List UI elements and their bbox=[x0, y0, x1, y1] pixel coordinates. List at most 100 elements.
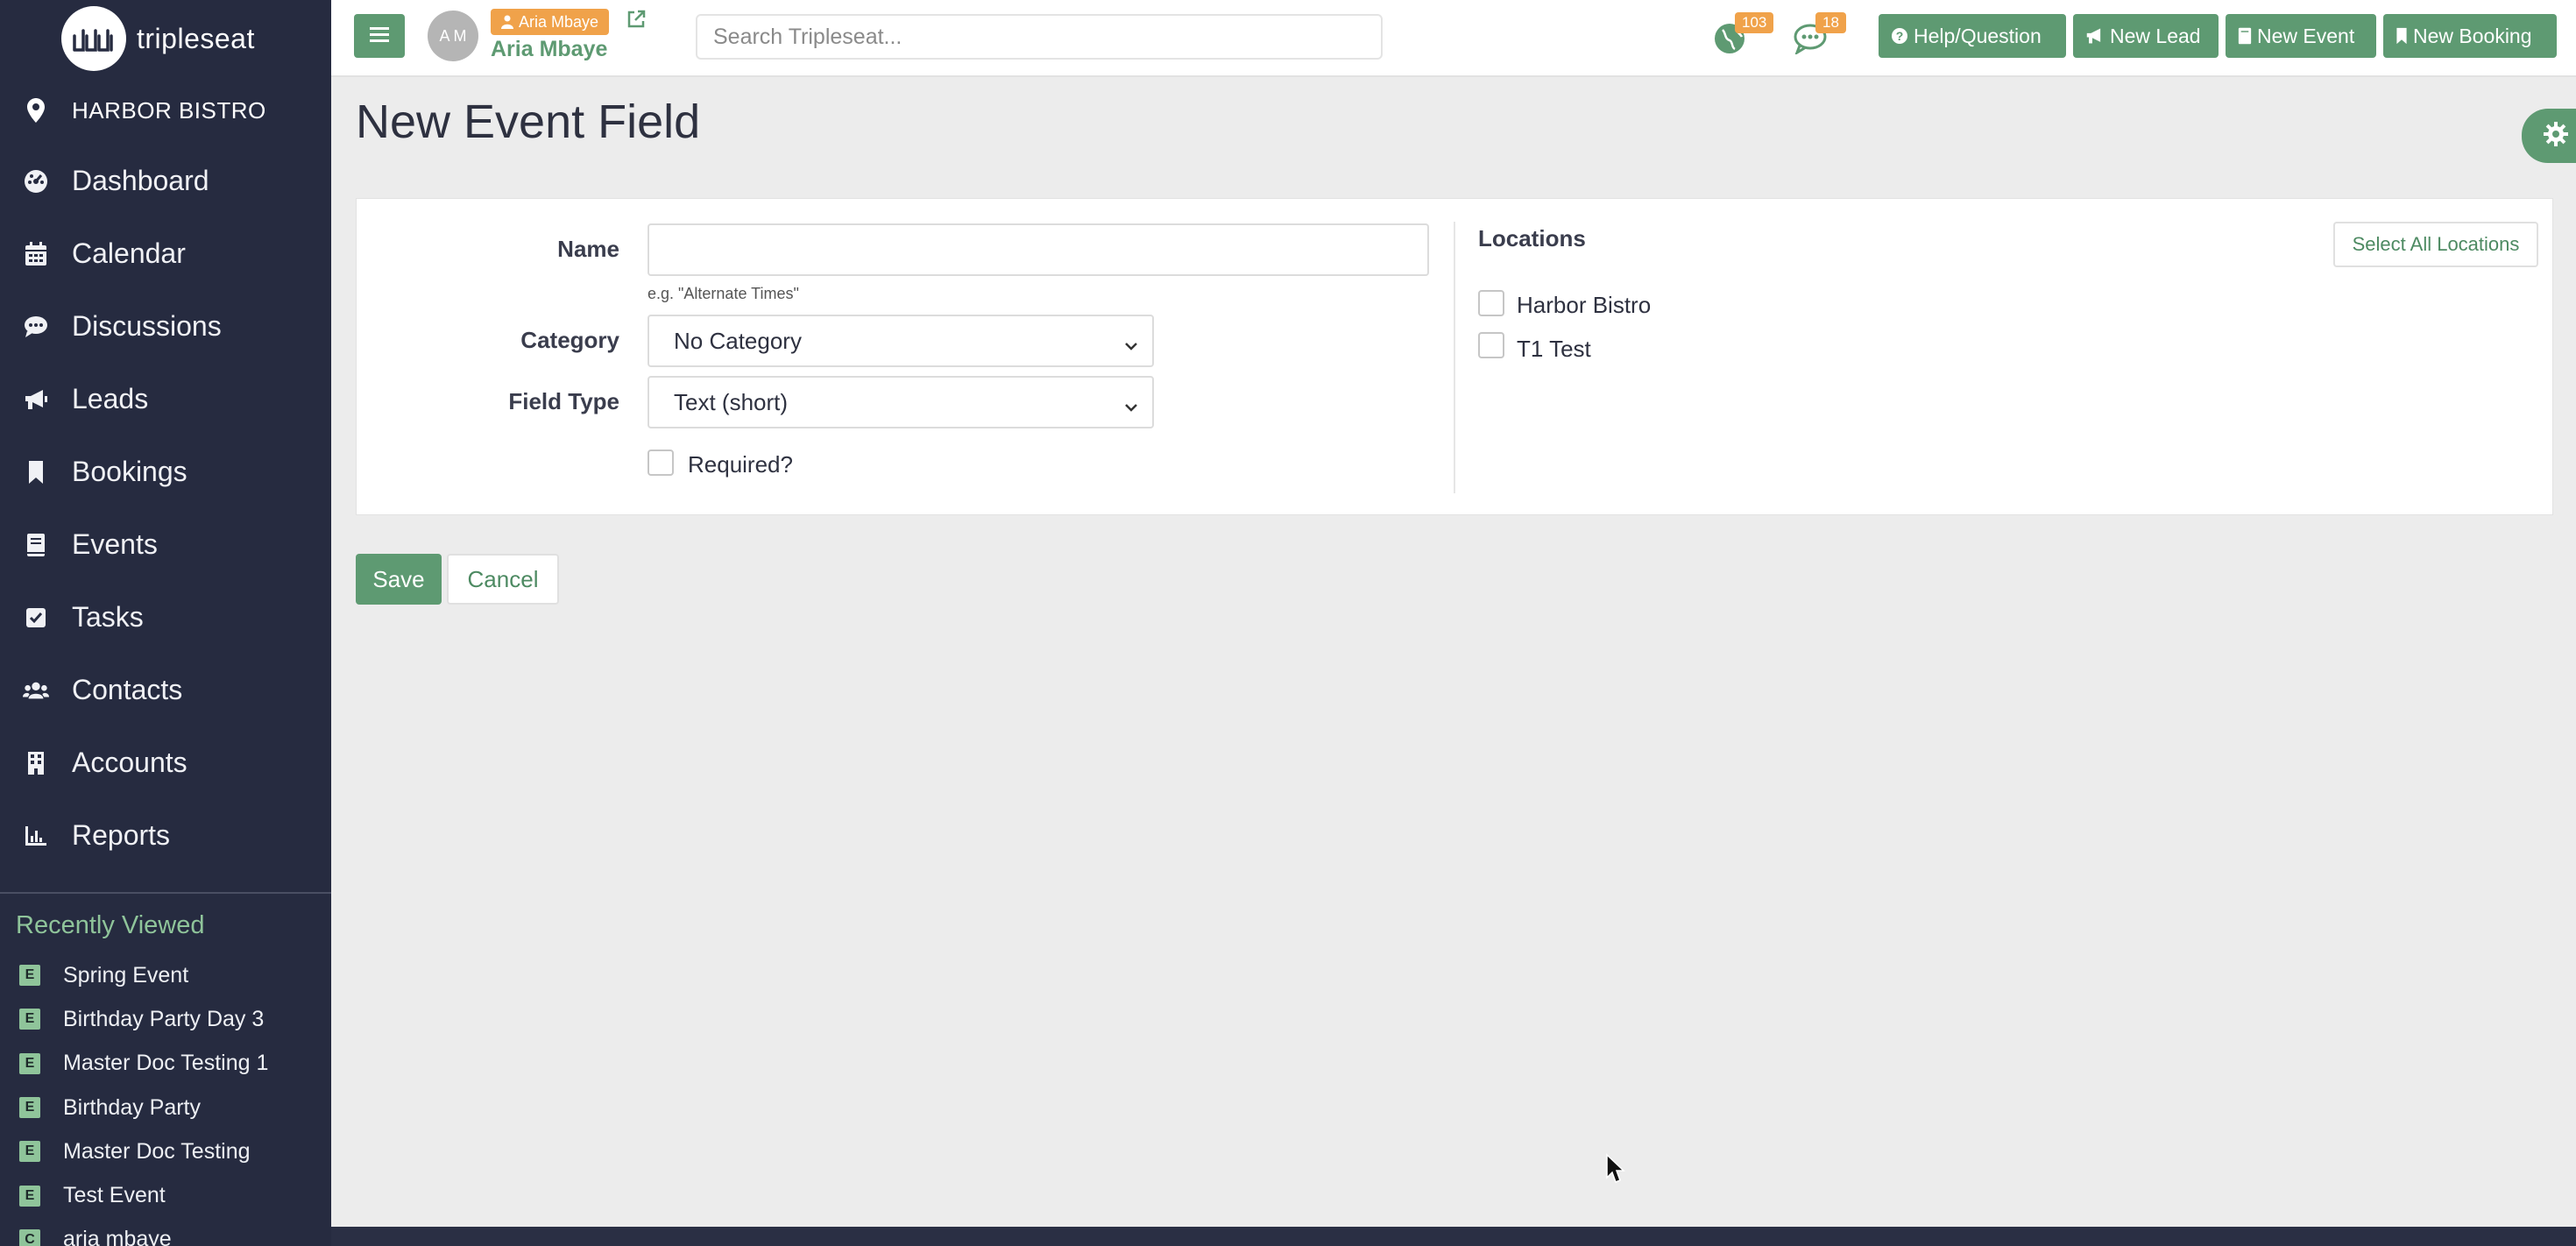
recently-viewed-title: Recently Viewed bbox=[16, 911, 205, 939]
help-question-button[interactable]: ? Help/Question bbox=[1879, 14, 2066, 58]
sidebar-item-bookings[interactable]: Bookings bbox=[0, 435, 331, 508]
sidebar-item-label: Reports bbox=[72, 819, 171, 851]
sidebar-item-reports[interactable]: Reports bbox=[0, 799, 331, 872]
user-tag-badge[interactable]: Aria Mbaye bbox=[491, 9, 610, 35]
field-type-select-value: Text (short) bbox=[674, 388, 789, 415]
field-type-select[interactable]: Text (short) bbox=[648, 376, 1154, 428]
sidebar-item-label: Bookings bbox=[72, 456, 188, 487]
location-checkbox-t1-test[interactable] bbox=[1478, 332, 1504, 358]
chevron-down-icon bbox=[1122, 334, 1140, 351]
recent-item-label: Birthday Party bbox=[63, 1094, 202, 1120]
category-select-value: No Category bbox=[674, 327, 802, 354]
brand[interactable]: tripleseat bbox=[61, 5, 255, 72]
chevron-down-icon bbox=[1122, 395, 1140, 413]
sidebar-divider bbox=[0, 892, 331, 894]
globe-icon bbox=[1712, 24, 1751, 58]
book-icon bbox=[23, 532, 49, 558]
gear-icon bbox=[2543, 121, 2569, 152]
user-icon bbox=[501, 15, 513, 29]
recent-item-badge: E bbox=[19, 1185, 40, 1207]
map-pin-icon bbox=[25, 98, 47, 123]
bottom-strip bbox=[331, 1227, 2576, 1246]
help-question-label: Help/Question bbox=[1914, 24, 2042, 47]
chat-notification-count: 18 bbox=[1815, 12, 1846, 33]
recent-item-label: Birthday Party Day 3 bbox=[63, 1006, 265, 1031]
sidebar-item-label: Leads bbox=[72, 383, 149, 414]
recent-item[interactable]: E Spring Event bbox=[0, 953, 331, 997]
chat-bubble-icon bbox=[1793, 24, 1831, 58]
user-name-link[interactable]: Aria Mbaye bbox=[491, 37, 607, 62]
globe-notification-count: 103 bbox=[1735, 12, 1774, 33]
sidebar-item-label: Dashboard bbox=[72, 165, 209, 196]
sidebar-item-contacts[interactable]: Contacts bbox=[0, 654, 331, 726]
chat-icon bbox=[23, 314, 49, 340]
sidebar-item-leads[interactable]: Leads bbox=[0, 363, 331, 435]
sidebar-item-label: Events bbox=[72, 528, 158, 560]
sidebar-item-label: Tasks bbox=[72, 601, 144, 633]
settings-tab[interactable] bbox=[2522, 109, 2576, 163]
users-icon bbox=[23, 677, 49, 704]
sidebar-item-label: Contacts bbox=[72, 674, 183, 705]
name-label: Name bbox=[557, 236, 619, 262]
new-booking-button[interactable]: New Booking bbox=[2383, 14, 2557, 58]
recent-item-badge: E bbox=[19, 1141, 40, 1163]
category-select[interactable]: No Category bbox=[648, 315, 1154, 367]
recent-item-label: Test Event bbox=[63, 1183, 166, 1208]
select-all-locations-button[interactable]: Select All Locations bbox=[2333, 222, 2538, 267]
name-input[interactable] bbox=[648, 223, 1429, 276]
sidebar: tripleseat HARBOR BISTRO Dashboard Calen… bbox=[0, 0, 331, 1246]
cancel-button[interactable]: Cancel bbox=[447, 554, 559, 605]
location-checkbox-harbor-bistro[interactable] bbox=[1478, 290, 1504, 316]
sidebar-item-tasks[interactable]: Tasks bbox=[0, 581, 331, 654]
recent-item-label: aria mbaye bbox=[63, 1227, 172, 1246]
search-input[interactable] bbox=[696, 14, 1383, 60]
recent-item-badge: E bbox=[19, 1009, 40, 1030]
new-lead-button[interactable]: New Lead bbox=[2073, 14, 2219, 58]
sidebar-item-discussions[interactable]: Discussions bbox=[0, 290, 331, 363]
checkbox-icon bbox=[23, 605, 49, 631]
event-field-form-panel: Name e.g. "Alternate Times" Category No … bbox=[356, 198, 2553, 515]
location-label-t1-test: T1 Test bbox=[1517, 336, 1591, 362]
recent-item-label: Master Doc Testing 1 bbox=[63, 1051, 269, 1076]
required-checkbox[interactable] bbox=[648, 450, 674, 476]
new-event-label: New Event bbox=[2257, 24, 2355, 47]
panel-divider bbox=[1454, 222, 1455, 493]
recent-item[interactable]: E Birthday Party Day 3 bbox=[0, 997, 331, 1041]
external-link-icon[interactable] bbox=[626, 9, 648, 32]
dashboard-icon bbox=[23, 168, 49, 195]
location-name: HARBOR BISTRO bbox=[72, 96, 266, 124]
sidebar-item-label: Calendar bbox=[72, 237, 186, 269]
bar-chart-icon bbox=[23, 823, 49, 849]
recent-item-label: Spring Event bbox=[63, 962, 189, 988]
new-lead-label: New Lead bbox=[2110, 24, 2201, 47]
recent-item-badge: E bbox=[19, 1052, 40, 1074]
sidebar-item-accounts[interactable]: Accounts bbox=[0, 726, 331, 799]
required-label: Required? bbox=[688, 451, 793, 478]
sidebar-item-dashboard[interactable]: Dashboard bbox=[0, 145, 331, 217]
save-button[interactable]: Save bbox=[356, 554, 442, 605]
sidebar-item-calendar[interactable]: Calendar bbox=[0, 217, 331, 290]
field-type-label: Field Type bbox=[508, 388, 619, 414]
bookmark-icon bbox=[2396, 27, 2408, 45]
recent-item[interactable]: E Birthday Party bbox=[0, 1086, 331, 1129]
recent-item[interactable]: C aria mbaye bbox=[0, 1218, 331, 1246]
sidebar-nav: Dashboard Calendar Discussions Leads Boo… bbox=[0, 145, 331, 872]
bookmark-icon bbox=[23, 459, 49, 485]
location-selector[interactable]: HARBOR BISTRO bbox=[25, 91, 266, 130]
sidebar-item-label: Accounts bbox=[72, 747, 188, 778]
new-event-button[interactable]: New Event bbox=[2226, 14, 2376, 58]
calendar-icon bbox=[23, 241, 49, 267]
menu-toggle-button[interactable] bbox=[354, 14, 405, 58]
megaphone-icon bbox=[23, 386, 49, 413]
svg-text:?: ? bbox=[1896, 29, 1904, 43]
recent-item[interactable]: E Master Doc Testing bbox=[0, 1129, 331, 1173]
recent-item-badge: C bbox=[19, 1228, 40, 1246]
recent-item[interactable]: E Test Event bbox=[0, 1173, 331, 1217]
sidebar-item-events[interactable]: Events bbox=[0, 508, 331, 581]
recently-viewed-list: E Spring Event E Birthday Party Day 3 E … bbox=[0, 953, 331, 1246]
avatar[interactable]: A M bbox=[428, 11, 478, 61]
page-title: New Event Field bbox=[356, 96, 701, 148]
brand-name: tripleseat bbox=[137, 22, 255, 54]
recent-item[interactable]: E Master Doc Testing 1 bbox=[0, 1042, 331, 1086]
megaphone-icon bbox=[2085, 27, 2105, 45]
